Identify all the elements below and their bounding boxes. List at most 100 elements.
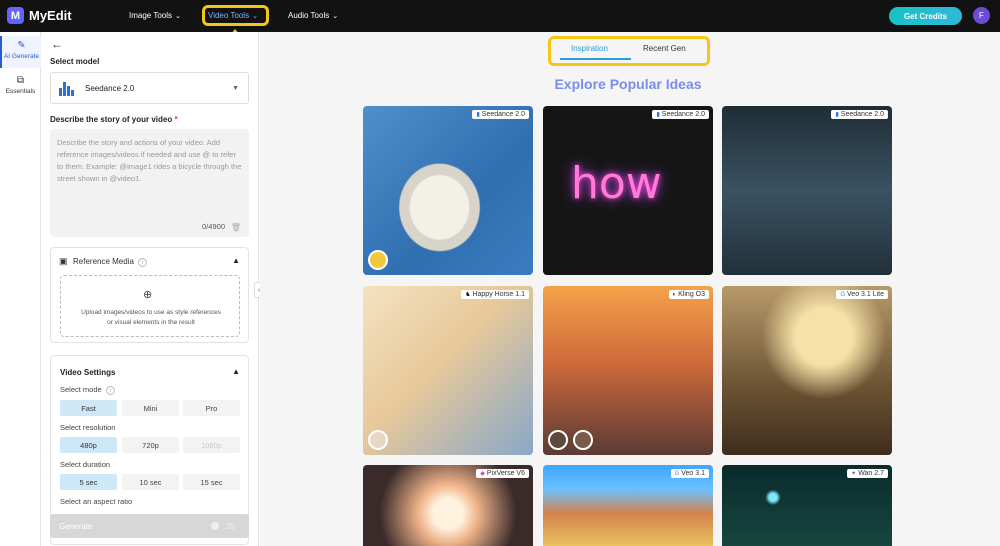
upload-dropzone[interactable]: ⊕ Upload images/videos to use as style r… xyxy=(60,275,240,337)
story-label-text: Describe the story of your video xyxy=(50,115,173,124)
duration-option-10[interactable]: 10 sec xyxy=(122,474,179,490)
char-count: 0/4900 xyxy=(202,222,225,231)
model-badge: ▮ Seedance 2.0 xyxy=(472,110,529,119)
rail-item-ai-generate[interactable]: ✎ AI Generate xyxy=(0,36,41,68)
mode-option-fast[interactable]: Fast xyxy=(60,400,117,416)
resolution-option-1080p: 1080p xyxy=(183,437,240,453)
brand-name[interactable]: MyEdit xyxy=(29,8,72,23)
tab-inspiration[interactable]: Inspiration xyxy=(571,44,608,53)
video-tools-highlight xyxy=(202,5,269,26)
generate-button[interactable]: Generate 35 xyxy=(50,514,249,538)
select-resolution-label: Select resolution xyxy=(60,423,116,432)
seedance-icon: ▮ xyxy=(656,112,660,118)
select-duration-label: Select duration xyxy=(60,460,111,469)
idea-card[interactable]: how ▮ Seedance 2.0 xyxy=(543,106,713,275)
nav-audio-tools-label: Audio Tools xyxy=(288,11,330,20)
model-badge-text: Wan 2.7 xyxy=(858,470,884,477)
model-badge-text: PixVerse V6 xyxy=(486,470,525,477)
model-badge: ▮ Seedance 2.0 xyxy=(652,110,709,119)
trash-icon[interactable]: 🗑 xyxy=(231,223,241,232)
google-icon: G xyxy=(840,292,846,298)
video-settings-title: Video Settings xyxy=(60,368,116,377)
reference-media-card: ▣ Reference Media i ▲ ⊕ Upload images/vid… xyxy=(50,247,249,343)
myedit-logo-icon[interactable]: M xyxy=(7,7,24,24)
reference-media-title: Reference Media i xyxy=(73,257,147,267)
rail-item-ai-generate-label: AI Generate xyxy=(3,53,40,60)
model-badge: ✦ Wan 2.7 xyxy=(847,469,888,478)
story-textarea[interactable]: Describe the story and actions of your v… xyxy=(50,129,249,237)
duration-option-5[interactable]: 5 sec xyxy=(60,474,117,490)
info-icon[interactable]: i xyxy=(105,386,115,395)
tab-active-underline xyxy=(560,58,631,60)
page-title: Explore Popular Ideas xyxy=(554,76,702,92)
idea-card[interactable]: ✦ Wan 2.7 xyxy=(722,465,892,546)
tabs-highlight: Inspiration Recent Gen xyxy=(548,36,710,66)
seedance-icon: ▮ xyxy=(835,112,839,118)
generate-label: Generate xyxy=(59,522,93,531)
idea-card[interactable]: G Veo 3.1 xyxy=(543,465,713,546)
image-add-icon: ⊕ xyxy=(143,289,153,301)
credit-coin-icon xyxy=(211,522,219,530)
model-badge: G Veo 3.1 Lite xyxy=(836,290,888,299)
wand-icon: ✎ xyxy=(17,40,26,51)
required-mark: * xyxy=(174,115,178,124)
get-credits-button[interactable]: Get Credits xyxy=(889,7,962,25)
model-badge-text: Seedance 2.0 xyxy=(661,111,705,118)
idea-card[interactable]: ♞ Happy Horse 1.1 xyxy=(363,286,533,455)
model-badge: G Veo 3.1 xyxy=(670,469,709,478)
image-gallery-icon: ▣ xyxy=(59,256,68,266)
layers-icon: ⧉ xyxy=(16,75,25,86)
rail-item-essentials[interactable]: ⧉ Essentials xyxy=(0,72,41,100)
idea-card[interactable]: ▮ Seedance 2.0 xyxy=(722,106,892,275)
chevron-down-icon: ⌄ xyxy=(332,13,339,20)
resolution-option-720p[interactable]: 720p xyxy=(122,437,179,453)
horse-icon: ♞ xyxy=(465,292,471,298)
model-badge-text: Seedance 2.0 xyxy=(481,111,525,118)
model-name: Seedance 2.0 xyxy=(85,84,135,93)
select-model-label: Select model xyxy=(50,57,100,66)
seedance-icon: ▮ xyxy=(476,112,480,118)
model-badge-text: Happy Horse 1.1 xyxy=(472,291,525,298)
model-badge-text: Veo 3.1 xyxy=(681,470,705,477)
duration-option-15[interactable]: 15 sec xyxy=(183,474,240,490)
idea-card[interactable]: ◐ Kling O3 xyxy=(543,286,713,455)
resolution-option-480p[interactable]: 480p xyxy=(60,437,117,453)
idea-card[interactable]: ◆ PixVerse V6 xyxy=(363,465,533,546)
info-icon[interactable]: i xyxy=(137,258,147,267)
story-label: Describe the story of your video * xyxy=(50,115,178,124)
collapse-triangle-icon[interactable]: ▲ xyxy=(232,367,240,376)
seedance-model-icon xyxy=(59,82,75,96)
idea-card[interactable]: G Veo 3.1 Lite xyxy=(722,286,892,455)
neon-sign-text: how xyxy=(571,158,662,209)
model-badge-text: Seedance 2.0 xyxy=(840,111,884,118)
reference-media-title-text: Reference Media xyxy=(73,257,134,266)
tab-recent-gen[interactable]: Recent Gen xyxy=(643,44,686,53)
creator-avatar xyxy=(548,430,568,450)
collapse-triangle-icon[interactable]: ▲ xyxy=(232,256,240,265)
wan-icon: ✦ xyxy=(851,471,857,477)
model-badge: ▮ Seedance 2.0 xyxy=(831,110,888,119)
kling-icon: ◐ xyxy=(672,292,677,298)
nav-image-tools-label: Image Tools xyxy=(129,11,172,20)
user-avatar[interactable]: F xyxy=(973,7,990,24)
nav-audio-tools[interactable]: Audio Tools ⌄ xyxy=(288,11,338,20)
pixverse-icon: ◆ xyxy=(480,471,485,477)
generate-panel: ← Select model Seedance 2.0 ▼ Describe t… xyxy=(41,32,298,546)
model-badge: ◆ PixVerse V6 xyxy=(476,469,529,478)
select-mode-label-text: Select mode xyxy=(60,385,102,394)
back-arrow-icon[interactable]: ← xyxy=(51,37,63,51)
mode-option-mini[interactable]: Mini xyxy=(122,400,179,416)
mode-option-pro[interactable]: Pro xyxy=(183,400,240,416)
top-bar: M MyEdit Image Tools ⌄ Video Tools ⌄ Audio… xyxy=(0,0,1000,32)
story-placeholder: Describe the story and actions of your v… xyxy=(57,138,242,183)
model-dropdown[interactable]: Seedance 2.0 ▼ xyxy=(50,72,249,104)
generate-cost: 35 xyxy=(226,522,235,531)
creator-avatar xyxy=(368,250,388,270)
model-badge-text: Veo 3.1 Lite xyxy=(847,291,884,298)
idea-card[interactable]: ▮ Seedance 2.0 xyxy=(363,106,533,275)
select-mode-label: Select mode i xyxy=(60,385,115,395)
rail-item-essentials-label: Essentials xyxy=(5,88,36,95)
nav-image-tools[interactable]: Image Tools ⌄ xyxy=(129,11,181,20)
model-badge: ◐ Kling O3 xyxy=(668,290,709,299)
aspect-ratio-label: Select an aspect ratio xyxy=(60,497,133,506)
